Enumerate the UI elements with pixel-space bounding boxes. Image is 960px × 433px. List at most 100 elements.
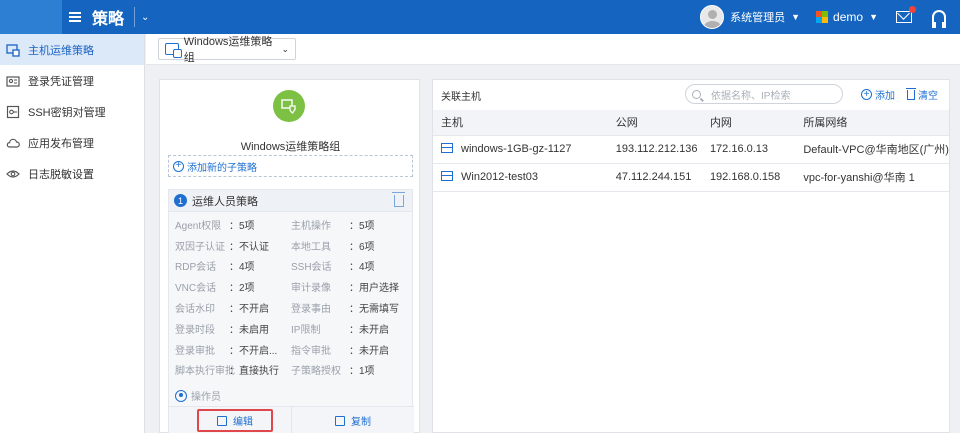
network-cell: Default-VPC@华南地区(广州): [795, 135, 949, 164]
attribute-value: ：未开启: [349, 324, 389, 336]
tenant-windows-icon: [816, 11, 829, 23]
column-header-host: 主机: [433, 110, 608, 136]
copy-button[interactable]: 复制: [291, 407, 414, 433]
edit-button[interactable]: 编辑: [197, 409, 273, 432]
windows-host-icon: [441, 171, 453, 181]
menu-button[interactable]: [62, 0, 88, 34]
attribute-row: RDP会话 ：4项 SSH会话 ：4项: [169, 256, 414, 277]
attribute-label: VNC会话: [175, 283, 217, 295]
add-sub-policy-button[interactable]: + 添加新的子策略: [168, 155, 413, 177]
sidebar-item-app-publish[interactable]: 应用发布管理: [0, 127, 144, 158]
sub-policy-title: 运维人员策略: [192, 195, 258, 208]
sub-policy-actions: 编辑 复制: [169, 406, 414, 433]
add-sub-policy-label: 添加新的子策略: [187, 162, 257, 174]
attribute-value: ：不开启...: [229, 345, 278, 357]
column-header-network: 所属网络: [795, 110, 949, 136]
sidebar-item-credentials[interactable]: 登录凭证管理: [0, 65, 144, 96]
shield-icon: [273, 90, 305, 122]
attribute-value: ：2项: [229, 283, 255, 295]
sidebar-item-host-policy[interactable]: 主机运维策略: [0, 34, 144, 65]
support-headset-icon[interactable]: [932, 10, 946, 28]
host-name: windows-1GB-gz-1127: [461, 143, 572, 155]
host-name: Win2012-test03: [461, 171, 539, 183]
table-header-row: 主机 公网 内网 所属网络: [433, 110, 949, 136]
attribute-value: ：5项: [349, 220, 375, 232]
attribute-row: 登录审批 ：不开启... 指令审批 ：未开启: [169, 339, 414, 360]
column-header-private-ip: 内网: [701, 110, 796, 136]
attribute-label: 会话水印: [175, 304, 215, 316]
attribute-label: IP限制: [291, 324, 321, 336]
policy-icon: [6, 43, 20, 57]
windows-host-icon: [441, 143, 453, 153]
hosts-table: 主机 公网 内网 所属网络 windows-1GB-gz-1127 193.11…: [433, 110, 949, 192]
notification-dot: [909, 6, 916, 13]
attribute-value: ：不开启: [229, 304, 269, 316]
module-title: 策略: [92, 11, 125, 28]
policy-group-icon: [165, 43, 182, 58]
attribute-row: 登录时段 ：未启用 IP限制 ：未开启: [169, 318, 414, 339]
sub-policy-attributes: Agent权限 ：5项 主机操作 ：5项 双因子认证 ：不认证 本地工具 ：6项 RDP会话…: [169, 214, 414, 380]
attribute-value: ：无需填写: [349, 304, 399, 316]
sidebar-item-label: 主机运维策略: [28, 44, 94, 57]
sidebar-item-label: SSH密钥对管理: [28, 106, 106, 119]
attribute-label: 指令审批: [291, 345, 331, 357]
attribute-label: 审计录像: [291, 283, 331, 295]
attribute-value: ：1项: [349, 366, 375, 378]
sidebar-item-ssh-keys[interactable]: SSH密钥对管理: [0, 96, 144, 127]
key-icon: [6, 105, 20, 119]
table-row[interactable]: windows-1GB-gz-1127 193.112.212.136 172.…: [433, 135, 949, 164]
delete-trash-icon[interactable]: [392, 191, 405, 207]
host-cell: windows-1GB-gz-1127: [433, 135, 608, 164]
attribute-label: SSH会话: [291, 262, 332, 274]
edit-icon: [217, 415, 227, 426]
user-name[interactable]: 系统管理员: [730, 9, 785, 25]
operator-row: 操作员: [175, 388, 221, 403]
attribute-value: ：直接执行: [229, 366, 279, 378]
attribute-label: RDP会话: [175, 262, 217, 274]
attribute-label: 登录事由: [291, 304, 331, 316]
attribute-row: 脚本执行审批 ：直接执行 子策略授权 ：1项: [169, 360, 414, 381]
copy-icon: [335, 415, 345, 426]
clear-hosts-label: 清空: [918, 91, 938, 102]
policy-group-select[interactable]: Windows运维策略组 ⌄: [158, 36, 296, 64]
top-bar: 策略 ⌄ 系统管理员 ▼ demo ▼: [0, 0, 960, 34]
clear-hosts-button[interactable]: 清空: [906, 87, 938, 102]
table-row[interactable]: Win2012-test03 47.112.244.151 192.168.0.…: [433, 163, 949, 192]
sub-policy-header: 1 运维人员策略: [169, 190, 412, 212]
private-ip-cell: 192.168.0.158: [701, 163, 796, 192]
attribute-value: ：用户选择: [349, 283, 399, 295]
attribute-value: ：4项: [229, 262, 255, 274]
sidebar: 主机运维策略 登录凭证管理 SSH密钥对管理 应用发布管理 日志脱敏设置: [0, 34, 145, 433]
add-host-label: 添加: [875, 91, 895, 102]
sidebar-item-label: 应用发布管理: [28, 137, 94, 150]
plus-icon: +: [861, 89, 872, 100]
message-icon[interactable]: [896, 6, 916, 23]
sidebar-item-log-masking[interactable]: 日志脱敏设置: [0, 158, 144, 189]
host-cell: Win2012-test03: [433, 163, 608, 192]
attribute-row: VNC会话 ：2项 审计录像 ：用户选择: [169, 276, 414, 297]
tenant-chevron-down-icon[interactable]: ▼: [869, 12, 878, 22]
attribute-value: ：不认证: [229, 241, 269, 253]
tenant-name[interactable]: demo: [833, 10, 863, 24]
policy-group-select-value: Windows运维策略组: [183, 36, 273, 64]
search-icon: [692, 89, 701, 99]
attribute-label: Agent权限: [175, 220, 222, 232]
divider: [134, 7, 136, 27]
policy-group-name: Windows运维策略组: [240, 141, 341, 153]
operator-label: 操作员: [191, 392, 221, 403]
attribute-label: 子策略授权: [291, 366, 341, 378]
host-search-input[interactable]: 依据名称、IP检索: [685, 84, 843, 104]
avatar[interactable]: [700, 5, 725, 29]
add-host-button[interactable]: + 添加: [861, 87, 895, 102]
sub-policy-card: 1 运维人员策略 Agent权限 ：5项 主机操作 ：5项 双因子认证 ：不认证 本地工具…: [168, 189, 414, 433]
column-header-public-ip: 公网: [607, 110, 702, 136]
attribute-value: ：未启用: [229, 324, 269, 336]
module-switch-chevron-icon[interactable]: ⌄: [141, 12, 149, 23]
edit-label: 编辑: [233, 417, 253, 428]
associated-hosts-panel: 关联主机 依据名称、IP检索 + 添加 清空 主机 公网 内网 所属网络 win…: [432, 79, 950, 433]
user-chevron-down-icon[interactable]: ▼: [791, 12, 800, 22]
credential-icon: [6, 74, 20, 88]
attribute-label: 主机操作: [291, 220, 331, 232]
hamburger-icon: [69, 12, 81, 22]
sub-policy-index-badge: 1: [174, 194, 187, 207]
